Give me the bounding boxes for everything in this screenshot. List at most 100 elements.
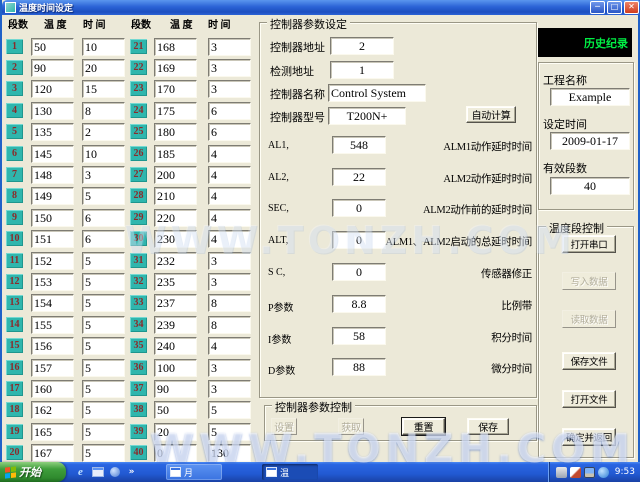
- file-button-1[interactable]: 打开串口: [562, 235, 616, 253]
- time-input[interactable]: 2: [82, 123, 125, 141]
- control-button-4[interactable]: 保存: [467, 418, 509, 435]
- file-button-2[interactable]: 写入数据: [562, 272, 616, 290]
- time-input[interactable]: 3: [208, 252, 251, 270]
- temperature-input[interactable]: 50: [154, 401, 197, 419]
- pid-input[interactable]: 0: [332, 199, 386, 217]
- temperature-input[interactable]: 160: [31, 380, 74, 398]
- temperature-input[interactable]: 239: [154, 316, 197, 334]
- time-input[interactable]: 3: [82, 166, 125, 184]
- time-input[interactable]: 5: [208, 401, 251, 419]
- temperature-input[interactable]: 235: [154, 273, 197, 291]
- temperature-input[interactable]: 168: [154, 38, 197, 56]
- time-input[interactable]: 6: [208, 123, 251, 141]
- valid-segments-input[interactable]: 40: [550, 177, 630, 195]
- temperature-input[interactable]: 151: [31, 230, 74, 248]
- taskbar-window-button[interactable]: 温: [262, 464, 318, 480]
- time-input[interactable]: 3: [208, 273, 251, 291]
- time-input[interactable]: 3: [208, 38, 251, 56]
- pid-input[interactable]: 548: [332, 136, 386, 154]
- temperature-input[interactable]: 230: [154, 230, 197, 248]
- temperature-input[interactable]: 237: [154, 294, 197, 312]
- temperature-input[interactable]: 90: [154, 380, 197, 398]
- temperature-input[interactable]: 120: [31, 80, 74, 98]
- time-input[interactable]: 130: [208, 444, 251, 462]
- time-input[interactable]: 8: [82, 102, 125, 120]
- temperature-input[interactable]: 148: [31, 166, 74, 184]
- temperature-input[interactable]: 50: [31, 38, 74, 56]
- temperature-input[interactable]: 185: [154, 145, 197, 163]
- temperature-input[interactable]: 232: [154, 252, 197, 270]
- temperature-input[interactable]: 200: [154, 166, 197, 184]
- time-input[interactable]: 5: [82, 316, 125, 334]
- time-input[interactable]: 20: [82, 59, 125, 77]
- temperature-input[interactable]: 149: [31, 187, 74, 205]
- temperature-input[interactable]: 170: [154, 80, 197, 98]
- start-button[interactable]: 开始: [0, 462, 66, 482]
- media-player-icon[interactable]: [108, 466, 121, 479]
- param-input[interactable]: T200N+: [328, 107, 406, 125]
- time-input[interactable]: 4: [208, 337, 251, 355]
- messenger-tray-icon[interactable]: [598, 467, 609, 478]
- temperature-input[interactable]: 152: [31, 252, 74, 270]
- pid-input[interactable]: 58: [332, 327, 386, 345]
- time-input[interactable]: 5: [82, 444, 125, 462]
- file-button-5[interactable]: 打开文件: [562, 390, 616, 408]
- temperature-input[interactable]: 155: [31, 316, 74, 334]
- temperature-input[interactable]: 162: [31, 401, 74, 419]
- keyboard-tray-icon[interactable]: [556, 467, 567, 478]
- temperature-input[interactable]: 156: [31, 337, 74, 355]
- time-input[interactable]: 6: [208, 102, 251, 120]
- param-input[interactable]: 2: [330, 37, 394, 55]
- temperature-input[interactable]: 180: [154, 123, 197, 141]
- time-input[interactable]: 5: [82, 294, 125, 312]
- temperature-input[interactable]: 165: [31, 423, 74, 441]
- temperature-input[interactable]: 0: [154, 444, 197, 462]
- show-desktop-icon[interactable]: [91, 466, 104, 479]
- time-input[interactable]: 6: [82, 209, 125, 227]
- temperature-input[interactable]: 100: [154, 359, 197, 377]
- time-input[interactable]: 4: [208, 145, 251, 163]
- time-input[interactable]: 4: [208, 230, 251, 248]
- time-input[interactable]: 10: [82, 38, 125, 56]
- temperature-input[interactable]: 240: [154, 337, 197, 355]
- maximize-icon[interactable]: □: [607, 1, 622, 14]
- temperature-input[interactable]: 167: [31, 444, 74, 462]
- temperature-input[interactable]: 157: [31, 359, 74, 377]
- temperature-input[interactable]: 90: [31, 59, 74, 77]
- time-input[interactable]: 5: [208, 423, 251, 441]
- pid-input[interactable]: 8.8: [332, 295, 386, 313]
- temperature-input[interactable]: 150: [31, 209, 74, 227]
- file-button-4[interactable]: 保存文件: [562, 352, 616, 370]
- time-input[interactable]: 6: [82, 230, 125, 248]
- temperature-input[interactable]: 220: [154, 209, 197, 227]
- time-input[interactable]: 3: [208, 359, 251, 377]
- ie-icon[interactable]: e: [74, 466, 87, 479]
- time-input[interactable]: 5: [82, 401, 125, 419]
- taskbar-window-button[interactable]: 月: [166, 464, 222, 480]
- display-tray-icon[interactable]: [584, 467, 595, 478]
- pen-tray-icon[interactable]: [570, 467, 581, 478]
- project-name-input[interactable]: Example: [550, 88, 630, 106]
- chevron-more-icon[interactable]: »: [125, 466, 138, 479]
- temperature-input[interactable]: 175: [154, 102, 197, 120]
- pid-input[interactable]: 0: [332, 231, 386, 249]
- file-button-6[interactable]: 确定并返回: [562, 428, 616, 446]
- time-input[interactable]: 5: [82, 359, 125, 377]
- time-input[interactable]: 4: [208, 166, 251, 184]
- param-input[interactable]: Control System: [328, 84, 426, 102]
- temperature-input[interactable]: 169: [154, 59, 197, 77]
- time-input[interactable]: 3: [208, 80, 251, 98]
- minimize-icon[interactable]: ─: [590, 1, 605, 14]
- temperature-input[interactable]: 145: [31, 145, 74, 163]
- temperature-input[interactable]: 20: [154, 423, 197, 441]
- time-input[interactable]: 5: [82, 252, 125, 270]
- time-input[interactable]: 5: [82, 187, 125, 205]
- time-input[interactable]: 3: [208, 59, 251, 77]
- set-time-input[interactable]: 2009-01-17: [550, 132, 630, 150]
- control-button-1[interactable]: 设置: [271, 418, 297, 435]
- temperature-input[interactable]: 154: [31, 294, 74, 312]
- time-input[interactable]: 4: [208, 187, 251, 205]
- pid-input[interactable]: 88: [332, 358, 386, 376]
- pid-input[interactable]: 0: [332, 263, 386, 281]
- temperature-input[interactable]: 130: [31, 102, 74, 120]
